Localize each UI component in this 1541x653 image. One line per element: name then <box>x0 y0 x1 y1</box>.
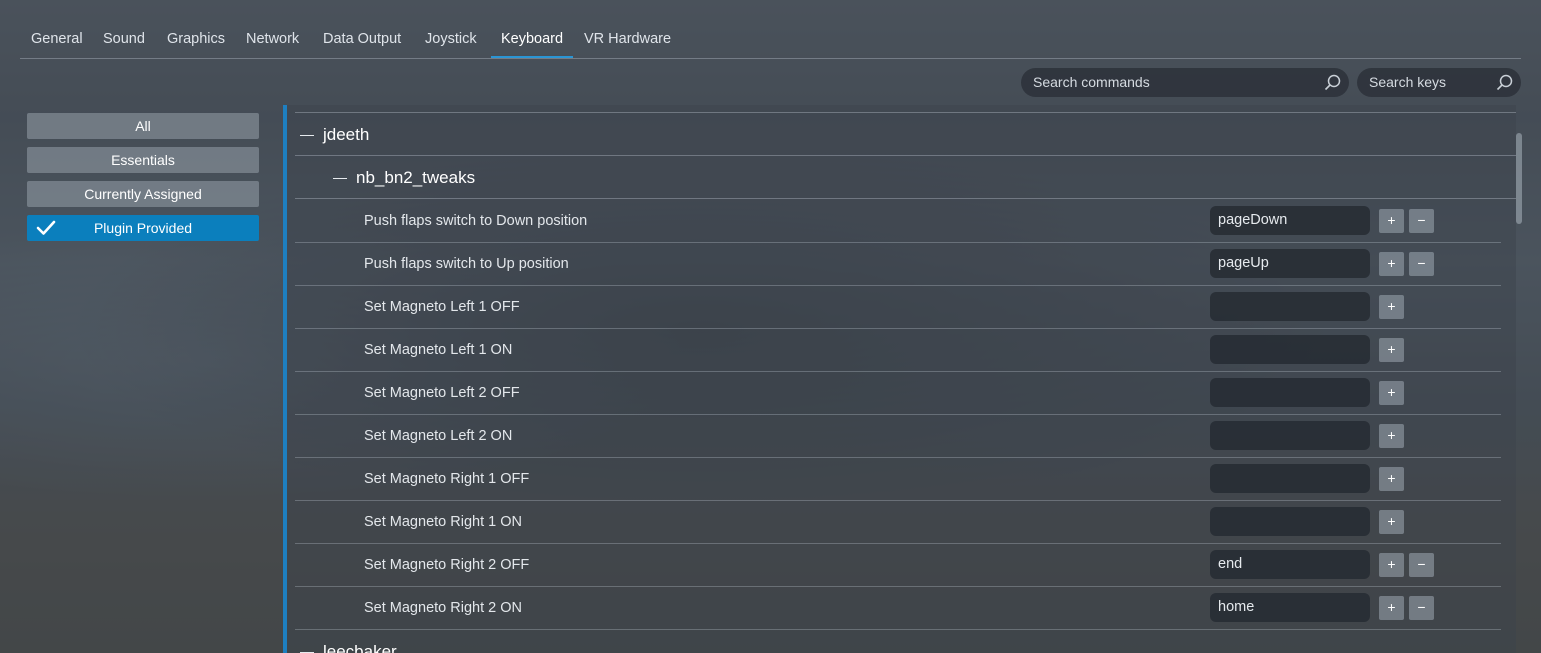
search-commands-placeholder: Search commands <box>1033 74 1150 90</box>
group-label: leecbaker <box>323 642 397 653</box>
tab-data-output[interactable]: Data Output <box>323 31 401 58</box>
tab-vr-hardware[interactable]: VR Hardware <box>584 31 671 58</box>
key-binding-field[interactable] <box>1210 464 1370 493</box>
add-binding-button[interactable]: + <box>1379 467 1404 491</box>
group-label: nb_bn2_tweaks <box>356 168 476 187</box>
key-binding-field[interactable] <box>1210 421 1370 450</box>
group-row-leecbaker[interactable]: leecbaker <box>295 630 1516 653</box>
command-row[interactable]: Set Magneto Left 1 ON + <box>295 329 1501 372</box>
settings-tab-bar: General Sound Graphics Network Data Outp… <box>20 20 1521 59</box>
command-label: Set Magneto Left 1 OFF <box>364 299 520 315</box>
key-binding-field[interactable]: home <box>1210 593 1370 622</box>
command-row[interactable]: Set Magneto Right 1 OFF + <box>295 458 1501 501</box>
add-binding-button[interactable]: + <box>1379 209 1404 233</box>
search-icon <box>1324 74 1341 91</box>
remove-binding-button[interactable]: − <box>1409 596 1434 620</box>
remove-binding-button[interactable]: − <box>1409 553 1434 577</box>
command-label: Set Magneto Left 2 ON <box>364 428 513 444</box>
filter-essentials-button[interactable]: Essentials <box>27 147 259 173</box>
command-label: Push flaps switch to Up position <box>364 256 569 272</box>
command-row[interactable]: Set Magneto Left 2 ON + <box>295 415 1501 458</box>
search-commands-input[interactable]: Search commands <box>1021 68 1349 97</box>
collapse-icon <box>333 178 347 180</box>
key-binding-field[interactable] <box>1210 378 1370 407</box>
tab-joystick[interactable]: Joystick <box>425 31 477 58</box>
command-row[interactable]: Set Magneto Left 2 OFF + <box>295 372 1501 415</box>
group-row-nb-bn2-tweaks[interactable]: nb_bn2_tweaks <box>295 156 1516 199</box>
search-keys-placeholder: Search keys <box>1369 74 1447 90</box>
key-binding-field[interactable] <box>1210 292 1370 321</box>
command-row[interactable]: Set Magneto Left 1 OFF + <box>295 286 1501 329</box>
command-label: Set Magneto Right 1 ON <box>364 514 522 530</box>
command-label: Set Magneto Right 1 OFF <box>364 471 530 487</box>
group-label: jdeeth <box>323 125 370 144</box>
add-binding-button[interactable]: + <box>1379 338 1404 362</box>
command-label: Push flaps switch to Down position <box>364 213 588 229</box>
filter-all-button[interactable]: All <box>27 113 259 139</box>
remove-binding-button[interactable]: − <box>1409 209 1434 233</box>
tab-network[interactable]: Network <box>246 31 299 58</box>
key-binding-field[interactable] <box>1210 335 1370 364</box>
key-binding-field[interactable]: end <box>1210 550 1370 579</box>
command-label: Set Magneto Right 2 OFF <box>364 557 530 573</box>
key-binding-field[interactable] <box>1210 507 1370 536</box>
command-row[interactable]: Push flaps switch to Up position pageUp … <box>295 243 1501 286</box>
add-binding-button[interactable]: + <box>1379 424 1404 448</box>
command-row[interactable]: Set Magneto Right 2 OFF end + − <box>295 544 1501 587</box>
checkmark-icon <box>36 220 56 235</box>
tab-graphics[interactable]: Graphics <box>167 31 225 58</box>
tab-keyboard[interactable]: Keyboard <box>491 31 574 58</box>
command-label: Set Magneto Left 1 ON <box>364 342 513 358</box>
tab-sound[interactable]: Sound <box>103 31 145 58</box>
tab-general[interactable]: General <box>31 31 83 58</box>
search-icon <box>1496 74 1513 91</box>
add-binding-button[interactable]: + <box>1379 553 1404 577</box>
settings-panel: General Sound Graphics Network Data Outp… <box>0 0 1541 653</box>
filter-currently-assigned-button[interactable]: Currently Assigned <box>27 181 259 207</box>
key-binding-field[interactable]: pageDown <box>1210 206 1370 235</box>
search-keys-input[interactable]: Search keys <box>1357 68 1521 97</box>
add-binding-button[interactable]: + <box>1379 252 1404 276</box>
add-binding-button[interactable]: + <box>1379 295 1404 319</box>
add-binding-button[interactable]: + <box>1379 381 1404 405</box>
add-binding-button[interactable]: + <box>1379 596 1404 620</box>
list-scrollbar[interactable] <box>1516 133 1522 224</box>
filter-plugin-provided-label: Plugin Provided <box>93 220 193 236</box>
group-row-jdeeth[interactable]: jdeeth <box>295 113 1516 156</box>
command-label: Set Magneto Left 2 OFF <box>364 385 520 401</box>
command-label: Set Magneto Right 2 ON <box>364 600 522 616</box>
command-row[interactable]: Set Magneto Right 1 ON + <box>295 501 1501 544</box>
remove-binding-button[interactable]: − <box>1409 252 1434 276</box>
add-binding-button[interactable]: + <box>1379 510 1404 534</box>
command-row[interactable]: Push flaps switch to Down position pageD… <box>295 200 1501 243</box>
command-row[interactable]: Set Magneto Right 2 ON home + − <box>295 587 1501 630</box>
key-binding-field[interactable]: pageUp <box>1210 249 1370 278</box>
command-list[interactable]: jdeeth nb_bn2_tweaks Push flaps switch t… <box>283 105 1516 653</box>
filter-plugin-provided-button[interactable]: Plugin Provided <box>27 215 259 241</box>
collapse-icon <box>300 135 314 137</box>
